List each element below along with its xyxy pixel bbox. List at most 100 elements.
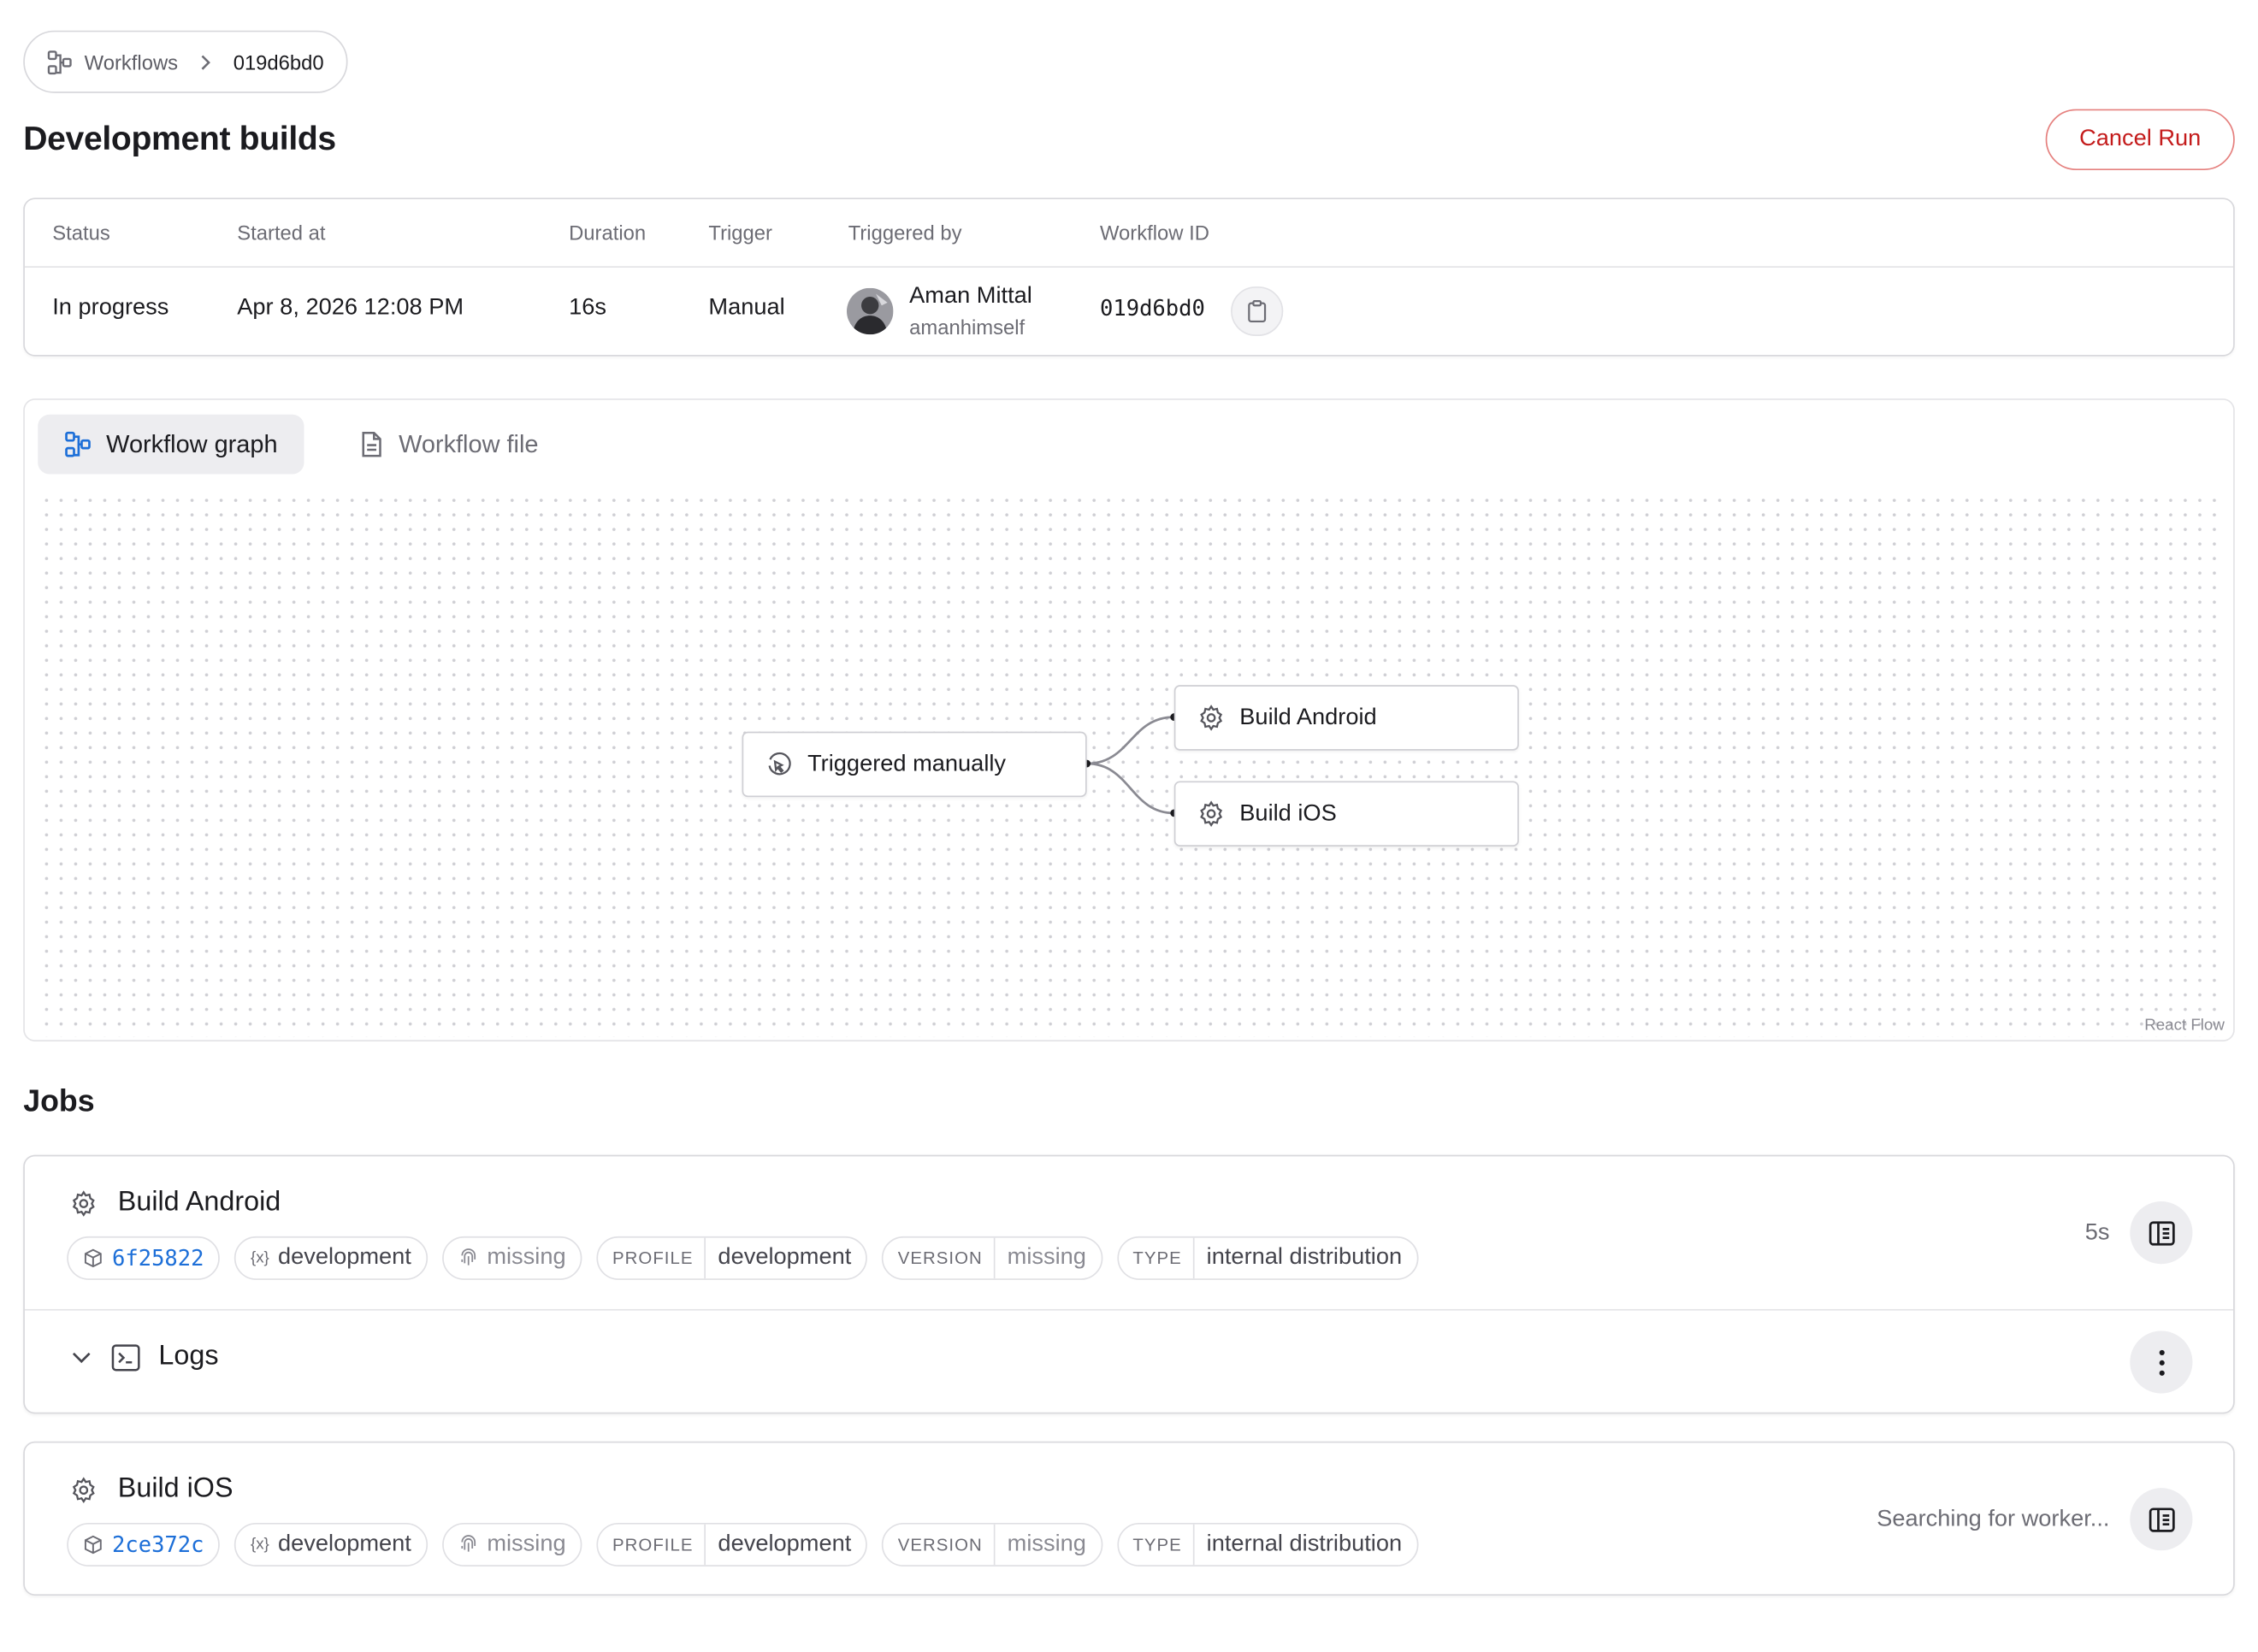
version-chip: VERSION missing bbox=[882, 1236, 1102, 1280]
graph-canvas[interactable]: Triggered manually Build Android Build i… bbox=[38, 493, 2222, 1037]
environment-value: development bbox=[278, 1531, 411, 1557]
job-card-build-android: Build Android 6f25822 {x} development mi… bbox=[23, 1154, 2235, 1414]
profile-chip: PROFILE development bbox=[596, 1522, 868, 1567]
edge-trigger-ios bbox=[1086, 762, 1174, 815]
job-header[interactable]: Build iOS 2ce372c {x} development missin… bbox=[25, 1443, 2233, 1594]
file-icon bbox=[359, 431, 384, 458]
cube-icon bbox=[83, 1535, 103, 1555]
commit-hash: 2ce372c bbox=[111, 1531, 204, 1558]
status-value: In progress bbox=[52, 295, 169, 321]
profile-value: development bbox=[718, 1531, 852, 1557]
node-label: Build iOS bbox=[1239, 800, 1337, 826]
job-title-row: Build Android bbox=[70, 1187, 281, 1218]
gear-icon bbox=[1197, 704, 1225, 731]
job-header[interactable]: Build Android 6f25822 {x} development mi… bbox=[25, 1156, 2233, 1309]
type-value: internal distribution bbox=[1206, 1245, 1403, 1270]
node-label: Triggered manually bbox=[807, 751, 1007, 776]
started-at-value: Apr 8, 2026 12:08 PM bbox=[237, 295, 464, 321]
variable-icon: {x} bbox=[250, 1249, 269, 1267]
logs-section: Logs bbox=[24, 1308, 2234, 1413]
sidebar-panel-icon bbox=[2147, 1218, 2176, 1248]
edge-trigger-android bbox=[1086, 716, 1174, 765]
environment-value: development bbox=[278, 1245, 411, 1270]
chevron-down-icon bbox=[70, 1345, 93, 1368]
type-key: TYPE bbox=[1118, 1237, 1196, 1279]
workflow-id-header: Workflow ID bbox=[1099, 221, 1209, 245]
run-summary-header: Status Started at Duration Trigger Trigg… bbox=[24, 199, 2234, 268]
commit-chip[interactable]: 6f25822 bbox=[67, 1236, 221, 1280]
type-chip: TYPE internal distribution bbox=[1116, 1522, 1418, 1567]
tab-workflow-graph-label: Workflow graph bbox=[106, 429, 278, 457]
trigger-value: Manual bbox=[708, 295, 785, 321]
job-name: Build iOS bbox=[117, 1473, 233, 1504]
page: Workflows 019d6bd0 Development builds Ca… bbox=[0, 0, 2258, 1652]
logs-more-button[interactable] bbox=[2130, 1330, 2193, 1394]
copy-workflow-id-button[interactable] bbox=[1231, 286, 1284, 336]
version-key: VERSION bbox=[884, 1237, 996, 1279]
gear-icon bbox=[1197, 800, 1225, 828]
triggered-by-header: Triggered by bbox=[848, 221, 962, 245]
status-header: Status bbox=[52, 221, 110, 245]
node-build-android[interactable]: Build Android bbox=[1173, 685, 1519, 751]
job-title-row: Build iOS bbox=[70, 1473, 233, 1505]
breadcrumb-current: 019d6bd0 bbox=[233, 50, 324, 74]
commit-chip[interactable]: 2ce372c bbox=[67, 1522, 221, 1567]
tab-workflow-graph[interactable]: Workflow graph bbox=[38, 414, 304, 475]
manual-trigger-icon bbox=[765, 751, 793, 778]
profile-key: PROFILE bbox=[598, 1237, 706, 1279]
tab-workflow-file-label: Workflow file bbox=[399, 429, 539, 457]
environment-chip: {x} development bbox=[234, 1236, 428, 1280]
triggered-by-name[interactable]: Aman Mittal bbox=[909, 284, 1032, 310]
environment-chip: {x} development bbox=[234, 1522, 428, 1567]
gear-icon bbox=[70, 1476, 98, 1503]
fingerprint-icon bbox=[458, 1535, 478, 1555]
cube-icon bbox=[83, 1248, 103, 1268]
duration-header: Duration bbox=[569, 221, 647, 245]
tab-workflow-file[interactable]: Workflow file bbox=[334, 415, 565, 475]
cancel-run-button[interactable]: Cancel Run bbox=[2045, 109, 2235, 171]
version-value: missing bbox=[1007, 1245, 1086, 1270]
gear-icon bbox=[70, 1189, 98, 1217]
workflow-graph-panel: Workflow graph Workflow file Triggered m… bbox=[23, 398, 2235, 1041]
clipboard-icon bbox=[1247, 299, 1268, 323]
chevron-right-icon bbox=[198, 53, 213, 70]
job-status-text: Searching for worker... bbox=[1877, 1506, 2110, 1531]
logs-toggle[interactable]: Logs bbox=[70, 1341, 219, 1372]
job-name: Build Android bbox=[117, 1187, 281, 1218]
workflow-icon bbox=[64, 431, 92, 458]
job-status-area: Searching for worker... bbox=[1877, 1488, 2193, 1551]
breadcrumb: Workflows 019d6bd0 bbox=[23, 30, 347, 93]
open-job-details-button[interactable] bbox=[2130, 1488, 2193, 1551]
profile-key: PROFILE bbox=[598, 1524, 706, 1566]
type-value: internal distribution bbox=[1206, 1531, 1403, 1557]
breadcrumb-workflows-link[interactable]: Workflows bbox=[85, 50, 178, 74]
variable-icon: {x} bbox=[250, 1536, 269, 1554]
run-summary-table: Status Started at Duration Trigger Trigg… bbox=[23, 198, 2235, 357]
job-duration: 5s bbox=[2084, 1219, 2110, 1245]
job-card-build-ios: Build iOS 2ce372c {x} development missin… bbox=[23, 1441, 2235, 1596]
job-metadata: 6f25822 {x} development missing PROFILE bbox=[67, 1236, 1418, 1280]
node-triggered-manually[interactable]: Triggered manually bbox=[742, 731, 1087, 798]
fingerprint-chip: missing bbox=[441, 1236, 582, 1280]
open-job-details-button[interactable] bbox=[2130, 1201, 2193, 1265]
commit-hash: 6f25822 bbox=[111, 1245, 204, 1271]
job-metadata: 2ce372c {x} development missing PROFILE bbox=[67, 1522, 1418, 1567]
more-vertical-icon bbox=[2157, 1348, 2166, 1377]
trigger-header: Trigger bbox=[708, 221, 772, 245]
node-build-ios[interactable]: Build iOS bbox=[1173, 781, 1519, 847]
version-chip: VERSION missing bbox=[882, 1522, 1102, 1567]
started-at-header: Started at bbox=[237, 221, 326, 245]
profile-value: development bbox=[718, 1245, 852, 1270]
graph-edges bbox=[1083, 713, 1179, 817]
job-status-area: 5s bbox=[2084, 1201, 2193, 1265]
page-title: Development builds bbox=[23, 119, 336, 157]
jobs-title: Jobs bbox=[23, 1084, 95, 1119]
react-flow-attribution[interactable]: React Flow bbox=[2144, 1017, 2225, 1034]
sidebar-panel-icon bbox=[2147, 1505, 2176, 1534]
profile-chip: PROFILE development bbox=[596, 1236, 868, 1280]
type-chip: TYPE internal distribution bbox=[1116, 1236, 1418, 1280]
version-value: missing bbox=[1007, 1531, 1086, 1557]
workflow-icon bbox=[46, 49, 73, 75]
workflow-id-value: 019d6bd0 bbox=[1099, 295, 1205, 322]
version-key: VERSION bbox=[884, 1524, 996, 1566]
